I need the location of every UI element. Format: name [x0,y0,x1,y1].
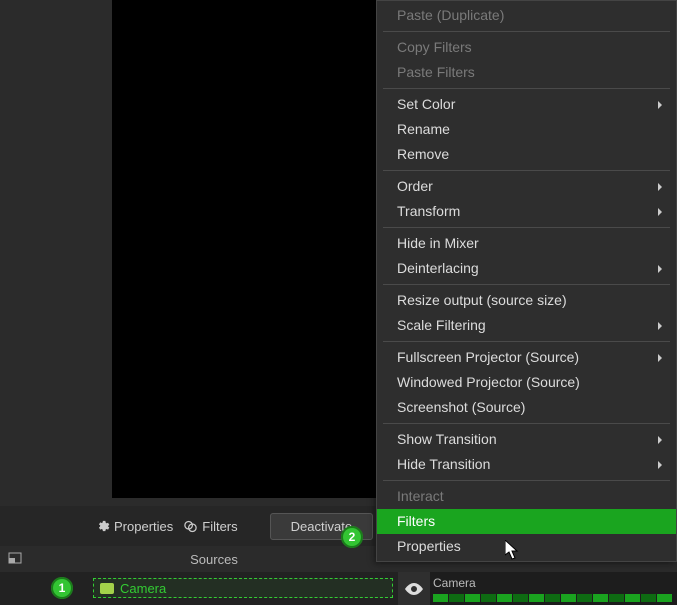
menu-fullscreen-projector[interactable]: Fullscreen Projector (Source) [377,345,676,370]
menu-show-transition[interactable]: Show Transition [377,427,676,452]
menu-windowed-projector[interactable]: Windowed Projector (Source) [377,370,676,395]
menu-resize-output[interactable]: Resize output (source size) [377,288,676,313]
menu-separator [383,423,670,424]
menu-separator [383,170,670,171]
menu-hide-in-mixer[interactable]: Hide in Mixer [377,231,676,256]
menu-paste-filters: Paste Filters [377,60,676,85]
menu-scale-filtering[interactable]: Scale Filtering [377,313,676,338]
menu-filters[interactable]: Filters [377,509,676,534]
dock-icon[interactable] [0,552,30,567]
menu-order[interactable]: Order [377,174,676,199]
menu-transform[interactable]: Transform [377,199,676,224]
eye-icon [405,583,423,595]
filters-label: Filters [202,519,237,534]
menu-separator [383,284,670,285]
menu-separator [383,341,670,342]
camera-icon [100,583,114,594]
menu-separator [383,227,670,228]
step-badge-2: 2 [341,526,363,548]
menu-deinterlacing[interactable]: Deinterlacing [377,256,676,281]
menu-screenshot[interactable]: Screenshot (Source) [377,395,676,420]
track-label: Camera [433,576,476,590]
filters-icon [183,519,198,534]
menu-paste-duplicate: Paste (Duplicate) [377,3,676,28]
visibility-toggle[interactable] [398,572,430,605]
context-menu: Paste (Duplicate) Copy Filters Paste Fil… [376,0,677,562]
menu-set-color[interactable]: Set Color [377,92,676,117]
track-bar[interactable] [433,594,673,602]
menu-separator [383,480,670,481]
menu-separator [383,31,670,32]
menu-properties[interactable]: Properties [377,534,676,559]
filters-button[interactable]: Filters [183,519,237,534]
menu-remove[interactable]: Remove [377,142,676,167]
source-item-camera[interactable]: Camera [93,578,393,598]
properties-label: Properties [114,519,173,534]
source-item-label: Camera [120,581,166,596]
gear-icon [95,519,110,534]
menu-hide-transition[interactable]: Hide Transition [377,452,676,477]
sources-title: Sources [30,552,398,567]
step-badge-1: 1 [51,577,73,599]
menu-rename[interactable]: Rename [377,117,676,142]
menu-separator [383,88,670,89]
sources-panel-header: Sources [0,546,398,572]
menu-interact: Interact [377,484,676,509]
menu-copy-filters[interactable]: Copy Filters [377,35,676,60]
properties-button[interactable]: Properties [95,519,173,534]
